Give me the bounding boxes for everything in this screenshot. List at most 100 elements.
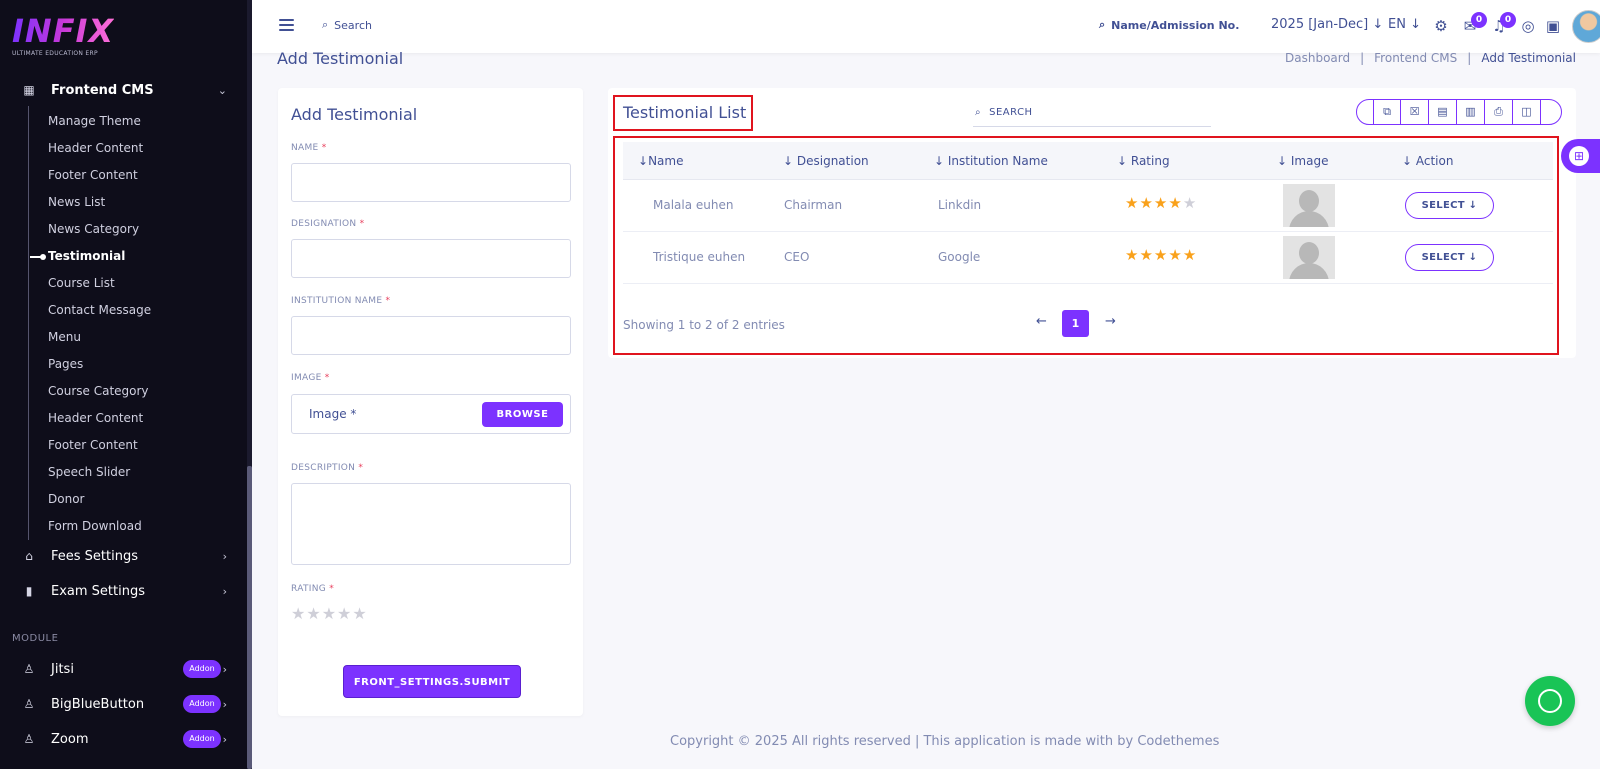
sidebar-scroll-thumb[interactable]: [247, 466, 252, 769]
sidebar-subitem-header-content[interactable]: Header Content: [48, 139, 143, 157]
column-header-image[interactable]: ↓ Image: [1277, 154, 1328, 168]
language-selector[interactable]: EN ↓: [1388, 17, 1421, 32]
star-icon[interactable]: ★: [337, 604, 352, 623]
star-icon[interactable]: ★: [291, 604, 306, 623]
select-action-button[interactable]: SELECT ↓: [1405, 244, 1494, 271]
prev-page-icon[interactable]: ←: [1036, 314, 1047, 329]
global-search[interactable]: ⌕ Search: [322, 18, 372, 32]
sidebar-subitem-testimonial[interactable]: Testimonial: [48, 247, 125, 265]
sidebar-subitem-donor[interactable]: Donor: [48, 490, 84, 508]
designation-input[interactable]: [291, 239, 571, 278]
name-input[interactable]: [291, 163, 571, 202]
chevron-right-icon: ›: [222, 662, 227, 676]
sidebar-subitem-contact-message[interactable]: Contact Message: [48, 301, 151, 319]
sidebar-subitem-form-download[interactable]: Form Download: [48, 517, 142, 535]
institution-input[interactable]: [291, 316, 571, 355]
column-header-name[interactable]: ↓Name: [638, 154, 683, 168]
sidebar-subitem-header-content-2[interactable]: Header Content: [48, 409, 143, 427]
bank-icon: ⌂: [25, 549, 33, 563]
sidebar-subitem-news-list[interactable]: News List: [48, 193, 105, 211]
description-textarea[interactable]: [291, 483, 571, 565]
csv-icon[interactable]: ▤: [1429, 100, 1457, 124]
session-value: 2025 [Jan-Dec]: [1271, 17, 1369, 32]
sidebar-subitem-news-category[interactable]: News Category: [48, 220, 139, 238]
image-label: IMAGE *: [291, 373, 330, 383]
whatsapp-button[interactable]: [1525, 676, 1575, 726]
copy-icon[interactable]: ⧉: [1373, 100, 1401, 124]
sidebar-item-frontend-cms[interactable]: ▦ Frontend CMS ⌄: [0, 76, 247, 104]
rating-input[interactable]: ★★★★★: [291, 604, 368, 623]
print-icon[interactable]: ⎙: [1485, 100, 1513, 124]
cell-name: Tristique euhen: [653, 250, 746, 264]
breadcrumb-link-frontend-cms[interactable]: Frontend CMS: [1374, 51, 1457, 65]
sidebar-subitem-menu[interactable]: Menu: [48, 328, 81, 346]
rating-stars: ★★★★★: [1125, 194, 1197, 212]
column-header-action[interactable]: ↓ Action: [1402, 154, 1453, 168]
breadcrumb-current: Add Testimonial: [1481, 51, 1576, 65]
sidebar-subitem-footer-content-2[interactable]: Footer Content: [48, 436, 138, 454]
sidebar-scrollbar[interactable]: [247, 0, 252, 769]
addon-badge: Addon: [183, 695, 221, 713]
column-header-institution[interactable]: ↓ Institution Name: [934, 154, 1048, 168]
image-upload-field[interactable]: Image * BROWSE: [291, 394, 571, 434]
user-icon: ♙: [23, 732, 35, 746]
pdf-icon[interactable]: ▥: [1457, 100, 1485, 124]
browse-button[interactable]: BROWSE: [482, 402, 563, 427]
designation-label: DESIGNATION *: [291, 219, 365, 229]
star-icon[interactable]: ★: [352, 604, 367, 623]
search-icon: ⌕: [322, 18, 329, 31]
session-selector[interactable]: 2025 [Jan-Dec] ↓: [1271, 17, 1383, 32]
name-label: NAME *: [291, 143, 327, 153]
submenu-line: [28, 106, 29, 540]
select-action-button[interactable]: SELECT ↓: [1405, 192, 1494, 219]
language-value: EN: [1388, 17, 1406, 32]
user-avatar[interactable]: [1572, 10, 1600, 43]
sidebar-subitem-footer-content[interactable]: Footer Content: [48, 166, 138, 184]
chevron-right-icon: ›: [222, 697, 227, 711]
logo-text: INFIX: [12, 12, 115, 50]
sidebar-subitem-speech-slider[interactable]: Speech Slider: [48, 463, 130, 481]
dashboard-icon[interactable]: ▣: [1543, 16, 1563, 36]
star-icon[interactable]: ★: [306, 604, 321, 623]
excel-icon[interactable]: ☒: [1401, 100, 1429, 124]
entries-info: Showing 1 to 2 of 2 entries: [623, 318, 785, 332]
globe-icon[interactable]: ◎: [1518, 16, 1538, 36]
student-search[interactable]: ⌕ Name/Admission No.: [1099, 18, 1239, 32]
testimonial-table: ↓Name ↓ Designation ↓ Institution Name ↓…: [613, 136, 1559, 355]
robot-icon[interactable]: ⚙: [1431, 16, 1451, 36]
sidebar-item-label: Jitsi: [51, 661, 74, 677]
footer-copyright: Copyright © 2025 All rights reserved | T…: [670, 734, 1220, 749]
breadcrumb-link-dashboard[interactable]: Dashboard: [1285, 51, 1350, 65]
sidebar-subitem-manage-theme[interactable]: Manage Theme: [48, 112, 141, 130]
testimonial-image: [1283, 236, 1335, 279]
submit-button[interactable]: FRONT_SETTINGS.SUBMIT: [343, 665, 521, 698]
breadcrumb: Dashboard | Frontend CMS | Add Testimonial: [1285, 51, 1576, 65]
columns-icon[interactable]: ◫: [1513, 100, 1541, 124]
image-placeholder: Image *: [309, 407, 357, 421]
page-title: Add Testimonial: [277, 49, 404, 68]
column-header-rating[interactable]: ↓ Rating: [1117, 154, 1170, 168]
star-icon: ★: [1168, 194, 1183, 212]
list-search-input[interactable]: ⌕ SEARCH: [973, 99, 1211, 127]
column-header-designation[interactable]: ↓ Designation: [783, 154, 869, 168]
search-label: Search: [334, 18, 372, 32]
star-icon: ★: [1182, 246, 1198, 264]
next-page-icon[interactable]: →: [1105, 314, 1116, 329]
chevron-right-icon: ›: [222, 584, 227, 598]
list-title: Testimonial List: [613, 95, 753, 131]
sidebar-subitem-pages[interactable]: Pages: [48, 355, 83, 373]
table-row: Tristique euhen CEO Google ★★★★★ SELECT …: [623, 232, 1553, 284]
page-number-current[interactable]: 1: [1062, 310, 1089, 337]
brand-logo[interactable]: INFIX ULTIMATE EDUCATION ERP: [12, 14, 114, 57]
sidebar-item-exam-settings[interactable]: ▮ Exam Settings ›: [0, 577, 247, 605]
floating-cart-button[interactable]: ⊞: [1561, 139, 1600, 173]
star-icon: ★: [1139, 246, 1154, 264]
sidebar-item-label: Frontend CMS: [51, 82, 154, 98]
sidebar-subitem-course-list[interactable]: Course List: [48, 274, 115, 292]
star-icon[interactable]: ★: [322, 604, 337, 623]
sidebar-subitem-course-category[interactable]: Course Category: [48, 382, 149, 400]
menu-toggle-icon[interactable]: [279, 19, 294, 31]
sidebar-item-fees-settings[interactable]: ⌂ Fees Settings ›: [0, 542, 247, 570]
star-icon: ★: [1125, 194, 1140, 212]
list-search-placeholder: SEARCH: [989, 107, 1033, 118]
